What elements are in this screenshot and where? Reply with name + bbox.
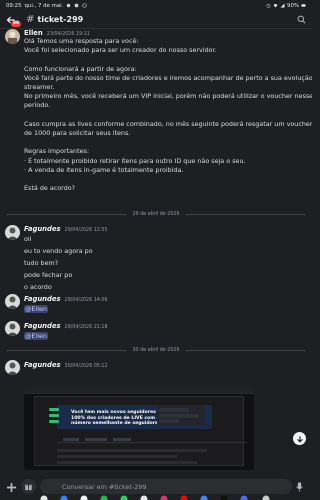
- message-line: [24, 138, 302, 147]
- message: Ellen 23/04/2026 19:11 Olá Temos uma res…: [0, 29, 312, 193]
- message-line: [24, 111, 302, 120]
- date-divider: 29 de abril de 2026: [6, 210, 306, 218]
- image-attachment[interactable]: Você tem mais novos seguidores que 100% …: [24, 387, 254, 470]
- signal-icon: [280, 3, 285, 8]
- dock-app-icon: [120, 495, 128, 500]
- channel-hash-icon: #: [26, 14, 35, 25]
- message-author[interactable]: Ellen: [24, 29, 43, 37]
- date-divider-label: 30 de abril de 2026: [132, 347, 180, 353]
- user-mention[interactable]: @Ellen: [24, 332, 48, 341]
- message-line: tudo bem?: [24, 259, 59, 267]
- dock-app-icon: [40, 495, 48, 500]
- message-line: streamer.: [24, 83, 55, 92]
- message-timestamp: 29/04/2026 12:55: [64, 228, 108, 233]
- status-time: 09:25: [6, 2, 22, 9]
- message-line: · É totalmente proibido retirar itens pa…: [24, 156, 246, 165]
- wifi-icon: [273, 4, 278, 8]
- message-line: Você fará parte do nosso time de criador…: [24, 73, 312, 82]
- message: Fagundes 29/04/2026 21:18 @Ellen: [0, 322, 312, 341]
- attachment-card: [157, 405, 205, 425]
- message-timestamp: 29/04/2026 14:06: [64, 298, 108, 303]
- user-mention[interactable]: @Ellen: [24, 305, 48, 314]
- battery-level: 90%: [287, 2, 299, 9]
- message-line: · A venda de itens in-game é totalmente …: [24, 165, 184, 174]
- message-line: Como funcionará a partir de agora:: [24, 64, 137, 73]
- message: Fagundes 29/04/2026 14:06 @Ellen: [0, 295, 312, 314]
- message-line: Regras importantes:: [24, 147, 90, 156]
- date-divider-label: 29 de abril de 2026: [132, 211, 180, 217]
- dock-app-icon: [200, 495, 208, 500]
- notification-icon: [75, 3, 79, 8]
- message-line: Caso cumpra as lives conforme combinado,…: [24, 119, 312, 128]
- message-input[interactable]: Conversar em #ticket-299: [40, 479, 292, 494]
- dock-app-icon: [262, 495, 270, 500]
- attachment-banner-text: Você tem mais novos seguidores que 100% …: [71, 410, 168, 427]
- message-author[interactable]: Fagundes: [24, 295, 61, 303]
- message: Fagundes 30/04/2026 05:12: [0, 361, 312, 369]
- dock-app-icon: [60, 495, 68, 500]
- dock-app-icon: [100, 495, 108, 500]
- notification-icon: [82, 3, 87, 8]
- attachment-dashboard: Você tem mais novos seguidores que 100% …: [34, 396, 247, 466]
- message-author[interactable]: Fagundes: [24, 322, 61, 330]
- alarm-icon: [266, 3, 271, 8]
- search-icon[interactable]: [297, 15, 306, 24]
- dock-app-icon: [140, 495, 148, 500]
- dock-app-icon: [180, 495, 188, 500]
- message-author[interactable]: Fagundes: [24, 361, 61, 369]
- message-timestamp: 30/04/2026 05:12: [64, 364, 108, 369]
- status-bar: 09:25 qui., 7 de mai. 90%: [0, 0, 312, 11]
- battery-icon: [301, 4, 306, 7]
- notification-icon: [67, 3, 71, 8]
- message-line: Você foi selecionado para ser um creador…: [24, 46, 217, 55]
- message-line: No primeiro mês, você receberá um VIP in…: [24, 92, 312, 101]
- scroll-to-bottom-button[interactable]: [293, 432, 306, 445]
- dock-app-icon: [80, 495, 88, 500]
- message-line: de 1000 para solicitar seus itens.: [24, 129, 131, 138]
- message-line: [24, 175, 302, 184]
- gift-icon: [24, 483, 33, 491]
- unread-badge: 89: [11, 20, 22, 27]
- channel-title[interactable]: ticket-299: [38, 15, 84, 24]
- arrow-down-icon: [296, 435, 303, 443]
- message-line: pode fechar po: [24, 271, 73, 279]
- status-date: qui., 7 de mai.: [24, 2, 64, 9]
- dock-app-icon: [160, 495, 168, 500]
- message-timestamp: 29/04/2026 21:18: [64, 325, 108, 330]
- message-line: período.: [24, 101, 51, 110]
- message-line: [24, 55, 302, 64]
- app-dock: [40, 495, 270, 500]
- message-author[interactable]: Fagundes: [24, 225, 61, 233]
- microphone-icon[interactable]: [295, 482, 304, 492]
- message-line: oii: [24, 235, 32, 243]
- message-line: o acordo: [24, 283, 52, 291]
- message: Fagundes 29/04/2026 12:55 oii eu to vend…: [0, 225, 312, 293]
- message-line: Está de acordo?: [24, 184, 76, 193]
- dock-app-icon: [240, 495, 248, 500]
- apps-button[interactable]: [21, 479, 36, 494]
- channel-header: 89 # ticket-299: [0, 11, 312, 29]
- message-input-placeholder: Conversar em #ticket-299: [62, 482, 147, 491]
- attachment-browser-bar: [24, 387, 254, 394]
- date-divider: 30 de abril de 2026: [6, 346, 306, 354]
- message-line: Olá Temos uma resposta para você:: [24, 37, 139, 45]
- message-line: eu to vendo agora po: [24, 247, 93, 255]
- dock-app-icon: [220, 495, 228, 500]
